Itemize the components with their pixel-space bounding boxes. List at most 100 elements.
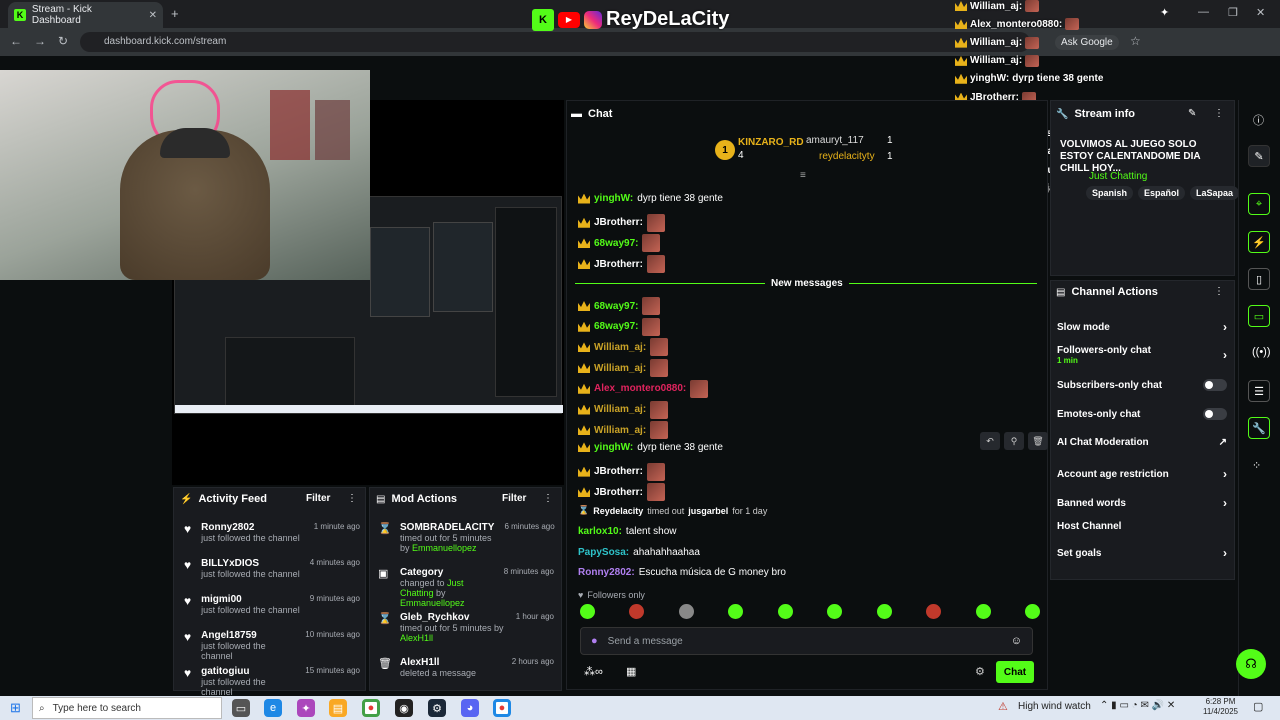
collapse-leaderboard-icon[interactable]: ≡: [800, 170, 806, 181]
windows-start-icon[interactable]: ⊞: [10, 700, 21, 716]
chat-username[interactable]: William_aj:: [594, 342, 646, 353]
chat-message[interactable]: William_aj:: [578, 359, 669, 378]
steam-icon[interactable]: ⚙: [428, 699, 446, 717]
infinity-icon[interactable]: ⁂∞: [584, 665, 603, 678]
mod-action-title[interactable]: Gleb_Rychkov: [400, 612, 506, 623]
chat-message[interactable]: yinghW: dyrp tiene 38 gente: [578, 193, 723, 204]
activity-item[interactable]: ♥ Angel18759 just followed the channel 10 m…: [184, 630, 360, 666]
chrome-profile-icon[interactable]: ●: [493, 699, 511, 717]
mod-action-by[interactable]: Emmanuellopez: [400, 598, 465, 608]
url-field[interactable]: dashboard.kick.com/stream: [80, 32, 1030, 52]
timeout-target[interactable]: jusgarbel: [688, 506, 728, 516]
file-explorer-icon[interactable]: ▤: [329, 699, 347, 717]
chat-username[interactable]: JBrotherr:: [594, 466, 643, 477]
chat-username[interactable]: JBrotherr:: [594, 487, 643, 498]
notifications-icon[interactable]: ▢: [1253, 700, 1263, 713]
minimize-icon[interactable]: —: [1198, 6, 1209, 18]
copilot-icon[interactable]: ✦: [297, 699, 315, 717]
message-icon[interactable]: ▭: [1248, 305, 1270, 327]
channel-action-set-goals[interactable]: Set goals ›: [1057, 546, 1227, 560]
obs-icon[interactable]: ◉: [395, 699, 413, 717]
chevron-right-icon[interactable]: ›: [1223, 546, 1227, 560]
broadcast-icon[interactable]: ((•)): [1252, 346, 1271, 358]
channel-action-host-channel[interactable]: Host Channel: [1057, 521, 1227, 532]
activity-user[interactable]: gatitogiuu: [201, 666, 295, 677]
chat-username[interactable]: William_aj:: [594, 425, 646, 436]
mod-action-title[interactable]: Category: [400, 567, 494, 578]
chat-username[interactable]: yinghW:: [594, 193, 633, 204]
discord-icon[interactable]: ◕: [461, 699, 479, 717]
activity-item[interactable]: ♥ Ronny2802 just followed the channel 1 min…: [184, 522, 360, 558]
reply-icon[interactable]: ↶: [980, 432, 1000, 450]
stream-info-menu-icon[interactable]: ⋮: [1214, 108, 1224, 119]
maximize-icon[interactable]: ❐: [1228, 6, 1238, 19]
channel-action-slow-mode[interactable]: Slow mode ›: [1057, 320, 1227, 334]
pin-icon[interactable]: ⚲: [1004, 432, 1024, 450]
tray-icons[interactable]: ⌃ ▮ ▭ ◔ ✉ 🔊 ✕: [1100, 700, 1175, 711]
mod-action-by[interactable]: AlexH1ll: [400, 633, 433, 643]
chevron-right-icon[interactable]: ›: [1223, 348, 1227, 362]
chat-username[interactable]: 68way97:: [594, 301, 638, 312]
chat-message[interactable]: William_aj:: [578, 338, 669, 357]
emoji-icon[interactable]: ☺: [1011, 635, 1022, 647]
weather-text[interactable]: High wind watch: [1018, 701, 1091, 712]
chat-input[interactable]: ● Send a message ☺: [580, 627, 1033, 655]
chat-username[interactable]: William_aj:: [594, 363, 646, 374]
emote-icon[interactable]: [876, 604, 892, 619]
emote-icon[interactable]: [777, 604, 793, 619]
stream-tag[interactable]: Español: [1138, 186, 1186, 200]
chrome-icon[interactable]: ●: [362, 699, 380, 717]
tab-close-icon[interactable]: ✕: [149, 10, 157, 21]
ask-google-button[interactable]: Ask Google: [1055, 35, 1119, 50]
activity-menu-icon[interactable]: ⋮: [347, 493, 357, 504]
stream-tag[interactable]: LaSapaa: [1190, 186, 1240, 200]
tool-icon[interactable]: 🔧: [1248, 417, 1270, 439]
emote-icon[interactable]: [926, 604, 942, 619]
chat-username[interactable]: karlox10:: [578, 526, 622, 537]
mod-action-title[interactable]: AlexH1ll: [400, 657, 502, 668]
activity-item[interactable]: ♥ migmi00 just followed the channel 9 minut…: [184, 594, 360, 630]
send-chat-button[interactable]: Chat: [996, 661, 1034, 683]
leader-name[interactable]: reydelacityty: [819, 151, 875, 162]
chat-settings-icon[interactable]: ⚙: [975, 665, 985, 678]
emote-icon[interactable]: [678, 604, 694, 619]
mod-action-title[interactable]: SOMBRADELACITY: [400, 522, 494, 533]
emote-icon[interactable]: [827, 604, 843, 619]
chat-username[interactable]: 68way97:: [594, 321, 638, 332]
bookmark-star-icon[interactable]: ☆: [1130, 34, 1141, 48]
browser-tab[interactable]: K Stream - Kick Dashboard ✕: [8, 2, 163, 28]
stream-tag[interactable]: Spanish: [1086, 186, 1134, 200]
emote-icon[interactable]: [629, 604, 645, 619]
taskbar-search[interactable]: ⌕ Type here to search: [32, 697, 222, 719]
chart-icon[interactable]: ↗: [1219, 437, 1227, 448]
channel-action-followers-only-chat[interactable]: Followers-only chat 1 min ›: [1057, 345, 1227, 365]
chat-username[interactable]: yinghW:: [594, 442, 633, 453]
mod-menu-icon[interactable]: ⋮: [543, 493, 553, 504]
chevron-right-icon[interactable]: ›: [1223, 467, 1227, 481]
emote-icon[interactable]: [580, 604, 595, 619]
timeout-moderator[interactable]: Reydelacity: [593, 506, 643, 516]
pencil-icon[interactable]: ✎: [1248, 145, 1270, 167]
emote-icon[interactable]: [1024, 604, 1040, 619]
info-icon[interactable]: ⓘ: [1253, 112, 1264, 128]
support-headset-icon[interactable]: ☊: [1236, 649, 1266, 679]
leader-name[interactable]: KINZARO_RD: [738, 137, 804, 148]
chat-message[interactable]: 68way97:: [578, 297, 661, 315]
chat-message[interactable]: Ronny2802: Escucha música de G money bro: [578, 567, 786, 578]
chevron-right-icon[interactable]: ›: [1223, 496, 1227, 510]
activity-filter-button[interactable]: Filter: [306, 493, 330, 504]
leader-name[interactable]: amauryt_117: [806, 135, 864, 146]
layout-icon[interactable]: ☰: [1248, 380, 1270, 402]
store-icon[interactable]: ▦: [626, 665, 636, 678]
toggle-switch[interactable]: [1203, 379, 1227, 391]
apps-icon[interactable]: ⁘: [1252, 459, 1261, 472]
stream-category[interactable]: Just Chatting: [1089, 171, 1147, 182]
extensions-star-icon[interactable]: ✦: [1160, 6, 1169, 19]
edit-icon[interactable]: ✎: [1188, 108, 1196, 119]
activity-item[interactable]: ♥ BILLYxDIOS just followed the channel 4 mi…: [184, 558, 360, 594]
close-window-icon[interactable]: ✕: [1256, 6, 1265, 19]
mod-action-item[interactable]: ▣ Category changed to Just Chatting by Emm…: [378, 567, 554, 612]
back-icon[interactable]: ←: [10, 34, 22, 48]
lightning-icon[interactable]: ⚡: [1248, 231, 1270, 253]
mod-action-by[interactable]: Emmanuellopez: [412, 543, 477, 553]
